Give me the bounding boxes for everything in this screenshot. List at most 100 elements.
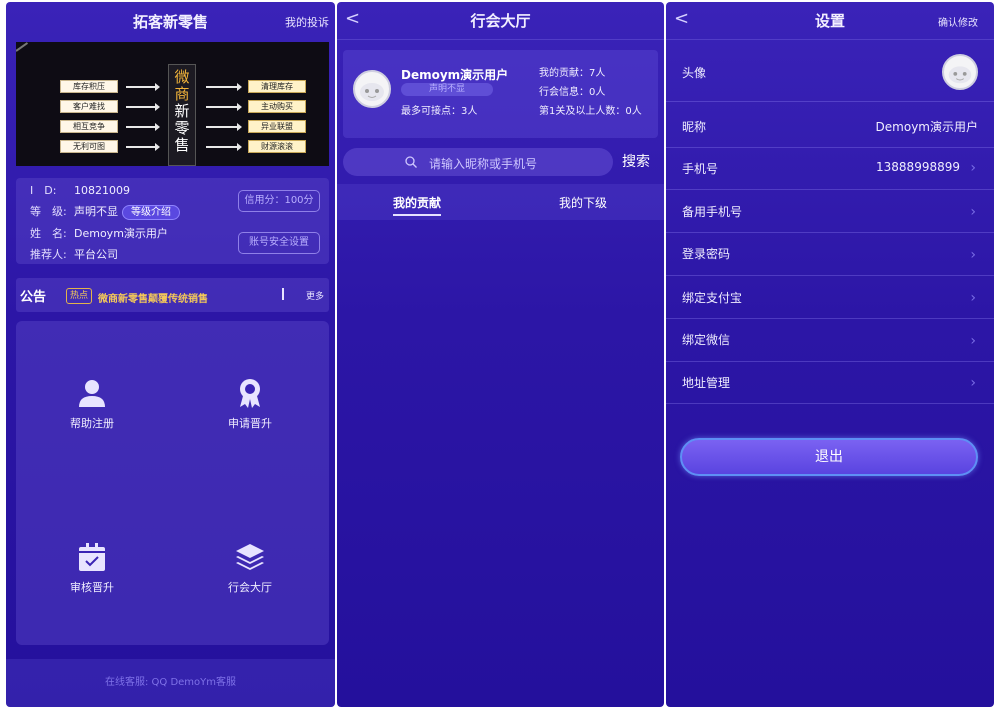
profile-card: I D: 10821009 等 级: 声明不显 等级介绍 姓 名: Demoym演示用户… [16, 178, 329, 264]
settings-row-backup-phone[interactable]: 备用手机号 › [666, 190, 994, 233]
search-icon [405, 156, 417, 168]
level-row: 等 级: 声明不显 等级介绍 [30, 203, 180, 220]
settings-title: 设置 [814, 12, 845, 30]
grid-item-apply-promotion[interactable]: 申请晋升 [200, 377, 300, 431]
settings-label: 昵称 [682, 120, 707, 134]
search-button[interactable]: 搜索 [622, 151, 650, 171]
arrow-icon [126, 83, 160, 91]
banner-char: 新 [174, 102, 190, 120]
banner-left-item: 客户难找 [60, 100, 118, 113]
name-value: Demoym演示用户 [74, 227, 168, 240]
grid-item-label: 帮助注册 [70, 417, 114, 430]
notice-more-link[interactable]: 更多 [306, 289, 324, 302]
customer-service-footer[interactable]: 在线客服: QQ DemoYm客服 [6, 659, 335, 707]
tab-my-subordinates[interactable]: 我的下级 [559, 194, 607, 211]
avatar[interactable] [942, 54, 978, 90]
settings-row-address[interactable]: 地址管理 › [666, 362, 994, 404]
arrow-icon [126, 103, 160, 111]
avatar-face-icon [360, 83, 384, 101]
award-icon [240, 379, 260, 408]
tab-my-contribution[interactable]: 我的贡献 [393, 194, 441, 211]
user-icon [79, 380, 105, 407]
banner-char: 零 [174, 119, 190, 137]
active-tab-indicator [393, 214, 441, 216]
level1-plus-count: 第1关及以上人数：0人 [539, 106, 642, 117]
chevron-right-icon: › [970, 290, 976, 306]
banner-char: 商 [174, 85, 190, 103]
avatar [353, 70, 391, 108]
chevron-right-icon: › [970, 204, 976, 220]
guild-hall-screen: < 行会大厅 Demoym演示用户 声明不显 最多可接点：3人 我的贡献：7人 … [337, 2, 664, 707]
settings-row-login-password[interactable]: 登录密码 › [666, 233, 994, 276]
chevron-right-icon: › [970, 375, 976, 391]
function-grid: 帮助注册 申请晋升 审核晋升 行会大厅 [16, 321, 329, 645]
chevron-right-icon: › [970, 247, 976, 263]
banner-right-item: 主动购买 [248, 100, 306, 113]
settings-header: < 设置 确认修改 [666, 2, 994, 40]
referrer-value: 平台公司 [74, 248, 118, 261]
banner-right-item: 清理库存 [248, 80, 306, 93]
back-icon[interactable]: < [674, 10, 689, 28]
promo-banner[interactable]: 库存积压 客户难找 相互竞争 无利可图 微 商 新 零 售 清理库存 主动购买 … [16, 42, 329, 166]
layers-icon [236, 544, 264, 570]
search-placeholder: 请输入昵称或手机号 [429, 157, 538, 171]
user-name: Demoym演示用户 [401, 68, 509, 82]
arrow-icon [206, 103, 242, 111]
hall-tabs: 我的贡献 我的下级 [337, 184, 664, 220]
user-id-value: 10821009 [74, 184, 130, 197]
level-value: 声明不显 [74, 205, 118, 218]
referrer-label: 推荐人: [30, 248, 67, 261]
notice-title: 公告 [20, 290, 47, 305]
banner-left-item: 库存积压 [60, 80, 118, 93]
arrow-icon [126, 143, 160, 151]
hall-user-card: Demoym演示用户 声明不显 最多可接点：3人 我的贡献：7人 行会信息：0人… [343, 50, 658, 138]
banner-left-item: 相互竞争 [60, 120, 118, 133]
arrow-icon [126, 123, 160, 131]
home-screen: 拓客新零售 我的投诉 库存积压 客户难找 相互竞争 无利可图 微 商 新 零 售… [6, 2, 335, 707]
arrow-icon [206, 143, 242, 151]
settings-row-phone[interactable]: 手机号 13888998899 › [666, 148, 994, 190]
back-icon[interactable]: < [345, 10, 360, 28]
nickname-value: Demoym演示用户 [875, 120, 978, 134]
notice-text[interactable]: 微商新零售颠覆传统销售 [98, 290, 208, 305]
grid-item-review-promotion[interactable]: 审核晋升 [42, 541, 142, 595]
chevron-right-icon: › [970, 160, 976, 176]
banner-char: 微 [174, 68, 190, 86]
avatar-face-icon [948, 66, 972, 84]
settings-label: 绑定支付宝 [682, 291, 743, 305]
logout-button[interactable]: 退出 [680, 438, 978, 476]
referrer-row: 推荐人: 平台公司 [30, 246, 118, 262]
banner-center-column: 微 商 新 零 售 [168, 64, 196, 166]
grid-item-label: 行会大厅 [228, 581, 272, 594]
settings-row-wechat[interactable]: 绑定微信 › [666, 319, 994, 362]
user-id-row: I D: 10821009 [30, 182, 130, 198]
name-label: 姓 名: [30, 227, 67, 240]
max-contacts: 最多可接点：3人 [401, 106, 478, 117]
settings-label: 备用手机号 [682, 205, 743, 219]
settings-row-alipay[interactable]: 绑定支付宝 › [666, 276, 994, 319]
settings-row-nickname[interactable]: 昵称 Demoym演示用户 [666, 102, 994, 148]
settings-label: 头像 [682, 66, 707, 80]
account-security-button[interactable]: 账号安全设置 [238, 232, 320, 254]
search-input[interactable]: 请输入昵称或手机号 [343, 148, 613, 176]
settings-row-avatar[interactable]: 头像 [666, 42, 994, 102]
credit-score-button[interactable]: 信用分：100分 [238, 190, 320, 212]
grid-item-help-register[interactable]: 帮助注册 [42, 377, 142, 431]
notice-bar[interactable]: 公告 热点 微商新零售颠覆传统销售 更多 [16, 278, 329, 312]
confirm-edit-button[interactable]: 确认修改 [938, 14, 978, 29]
grid-item-label: 申请晋升 [228, 417, 272, 430]
settings-label: 手机号 [682, 162, 719, 176]
complaint-link[interactable]: 我的投诉 [285, 14, 329, 30]
banner-decoration [16, 42, 29, 52]
hot-tag: 热点 [66, 288, 93, 304]
user-id-label: I D: [30, 184, 57, 197]
arrow-icon [206, 123, 242, 131]
settings-label: 地址管理 [682, 376, 731, 390]
my-contribution-count: 我的贡献：7人 [539, 68, 606, 79]
calendar-check-icon [79, 543, 105, 571]
name-row: 姓 名: Demoym演示用户 [30, 225, 168, 241]
grid-item-guild-hall[interactable]: 行会大厅 [200, 541, 300, 595]
level-intro-button[interactable]: 等级介绍 [122, 205, 180, 220]
hall-title: 行会大厅 [470, 12, 531, 30]
home-title: 拓客新零售 [132, 12, 208, 31]
